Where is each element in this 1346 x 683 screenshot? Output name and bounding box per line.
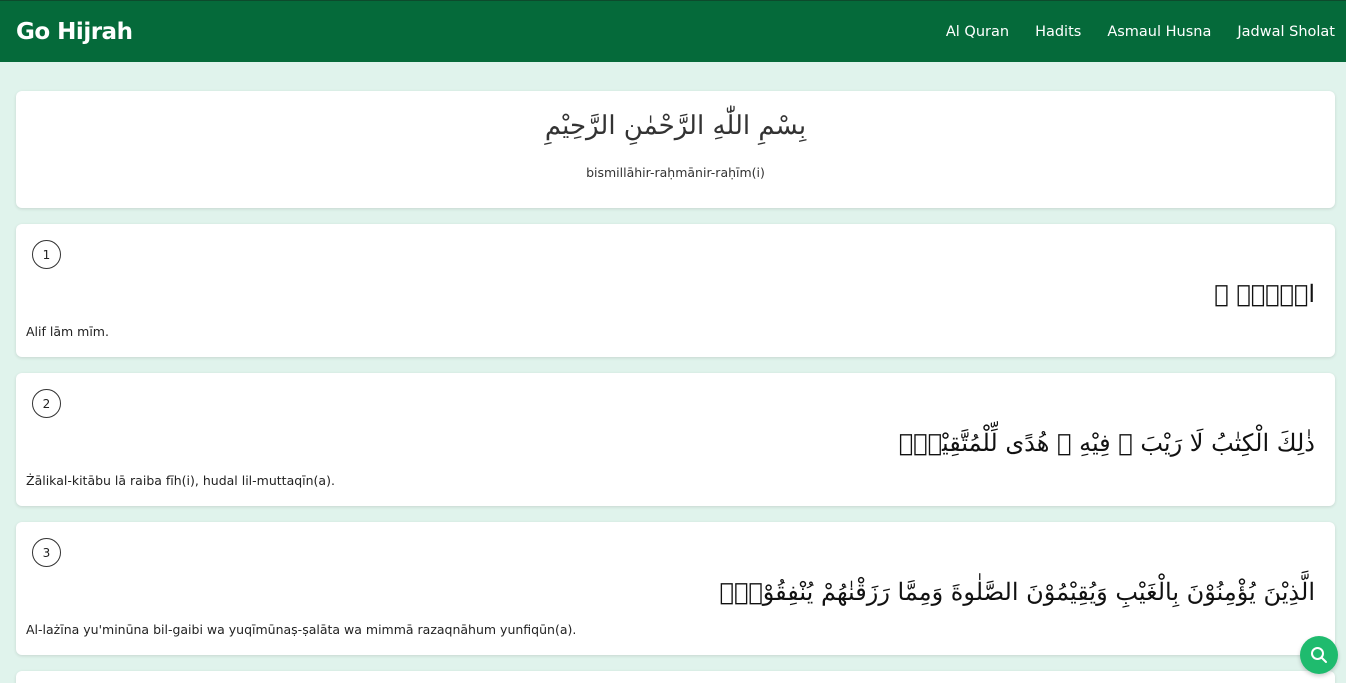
nav-link-asmaul-husna[interactable]: Asmaul Husna bbox=[1107, 24, 1211, 40]
bismillah-arabic: بِسْمِ اللّٰهِ الرَّحْمٰنِ الرَّحِيْمِ bbox=[544, 111, 807, 141]
bismillah-card: بِسْمِ اللّٰهِ الرَّحْمٰنِ الرَّحِيْمِ b… bbox=[16, 91, 1335, 208]
verse-transliteration: Alif lām mīm. bbox=[26, 324, 109, 339]
verse-card: 1 الۤمّۤ ۚ Alif lām mīm. bbox=[16, 224, 1335, 357]
verse-card-partial bbox=[16, 671, 1335, 683]
verse-arabic: الۤمّۤ ۚ bbox=[1214, 280, 1315, 308]
top-navbar: Go Hijrah Al Quran Hadits Asmaul Husna J… bbox=[0, 0, 1346, 62]
verse-number-badge: 3 bbox=[32, 538, 61, 567]
nav-links: Al Quran Hadits Asmaul Husna Jadwal Shol… bbox=[920, 24, 1335, 40]
verse-number-badge: 2 bbox=[32, 389, 61, 418]
search-button[interactable] bbox=[1300, 636, 1338, 674]
verse-number-badge: 1 bbox=[32, 240, 61, 269]
verse-transliteration: Żālikal-kitābu lā raiba fīh(i), hudal li… bbox=[26, 473, 335, 488]
verse-card: 3 الَّذِيْنَ يُؤْمِنُوْنَ بِالْغَيْبِ وَ… bbox=[16, 522, 1335, 655]
nav-link-jadwal-sholat[interactable]: Jadwal Sholat bbox=[1237, 24, 1335, 40]
nav-link-al-quran[interactable]: Al Quran bbox=[946, 24, 1009, 40]
nav-link-hadits[interactable]: Hadits bbox=[1035, 24, 1081, 40]
search-icon bbox=[1311, 647, 1327, 663]
verse-card: 2 ذٰلِكَ الْكِتٰبُ لَا رَيْبَ ۛ فِيْهِ ۛ… bbox=[16, 373, 1335, 506]
verse-transliteration: Al-lażīna yu'minūna bil-gaibi wa yuqīmūn… bbox=[26, 622, 577, 637]
bismillah-latin: bismillāhir-raḥmānir-raḥīm(i) bbox=[586, 165, 765, 180]
verse-arabic: الَّذِيْنَ يُؤْمِنُوْنَ بِالْغَيْبِ وَيُ… bbox=[719, 578, 1315, 606]
verse-arabic: ذٰلِكَ الْكِتٰبُ لَا رَيْبَ ۛ فِيْهِ ۛ ه… bbox=[898, 429, 1315, 457]
brand-logo[interactable]: Go Hijrah bbox=[16, 19, 133, 45]
